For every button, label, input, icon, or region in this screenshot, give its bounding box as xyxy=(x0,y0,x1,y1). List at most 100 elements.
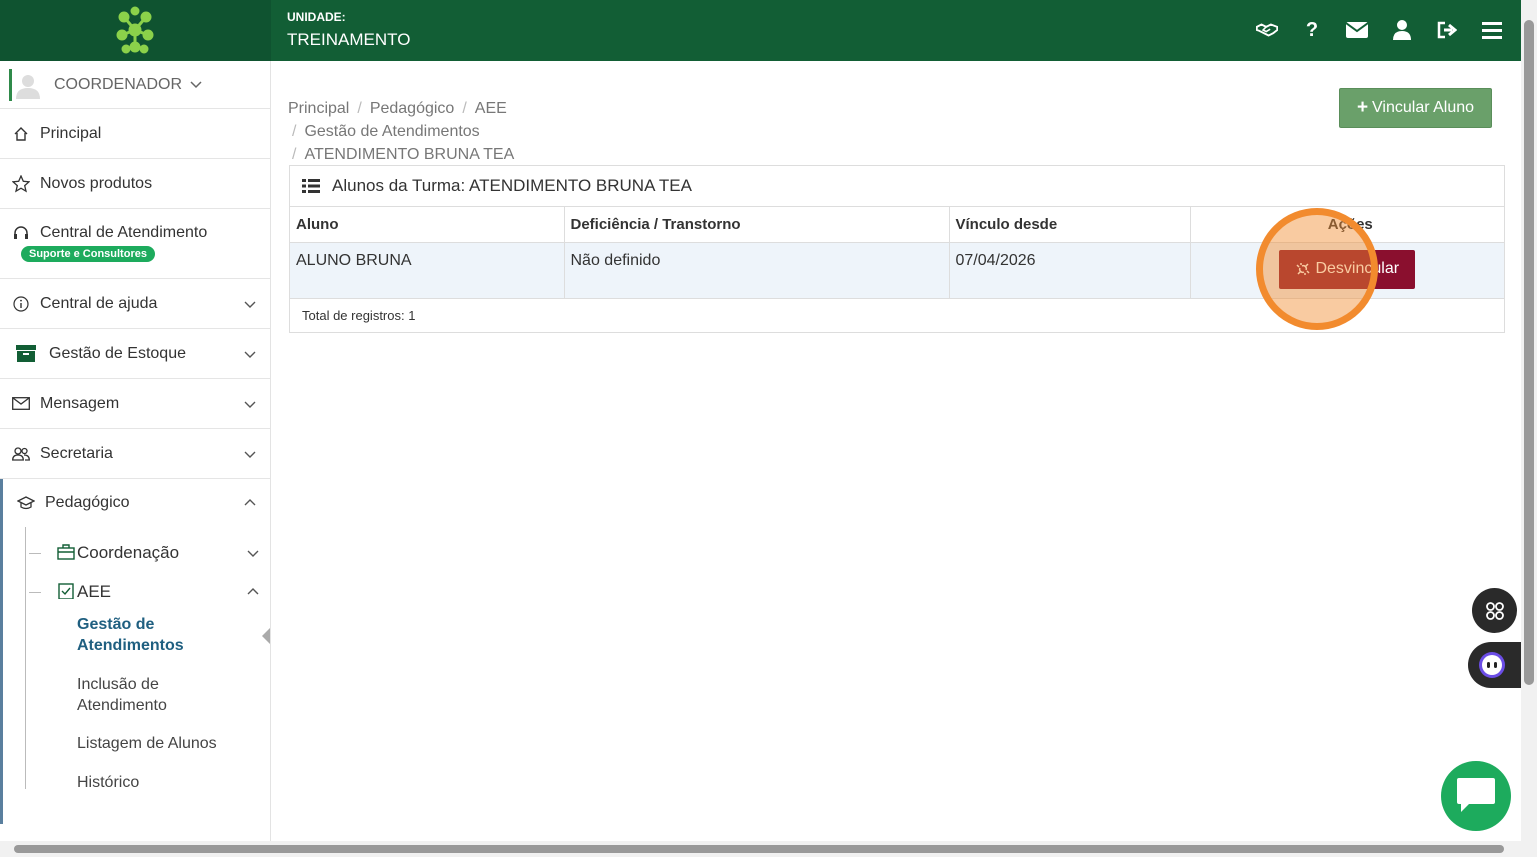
column-header[interactable]: Vínculo desde xyxy=(949,207,1191,243)
desvincular-label: Desvincular xyxy=(1315,260,1400,277)
sidebar-section-pedagogico: Pedagógico Coordenação AEE Gestão de Ate… xyxy=(0,479,270,824)
horizontal-scrollbar[interactable] xyxy=(0,841,1521,857)
unit-name: TREINAMENTO xyxy=(287,30,411,49)
chevron-down-icon xyxy=(244,301,256,308)
column-header[interactable]: Aluno xyxy=(290,207,565,243)
user-menu[interactable]: COORDENADOR xyxy=(0,61,270,109)
help-icon[interactable]: ? xyxy=(1301,16,1323,44)
headset-icon xyxy=(12,224,30,242)
chevron-down-icon xyxy=(190,81,202,89)
handshake-icon[interactable] xyxy=(1256,16,1278,44)
user-accent-bar xyxy=(9,69,12,101)
top-bar: UNIDADE: TREINAMENTO ? xyxy=(0,0,1521,61)
sidebar-item-principal[interactable]: Principal xyxy=(0,109,270,159)
panel-header: Alunos da Turma: ATENDIMENTO BRUNA TEA xyxy=(290,166,1504,207)
sidebar-item-mensagem[interactable]: Mensagem xyxy=(0,379,270,429)
home-icon xyxy=(12,125,30,143)
cell-vinculo: 07/04/2026 xyxy=(949,242,1191,299)
scroll-thumb[interactable] xyxy=(14,845,1504,853)
sidebar-item-central-ajuda[interactable]: Central de ajuda xyxy=(0,279,270,329)
breadcrumb-item[interactable]: Gestão de Atendimentos xyxy=(304,123,479,140)
list-icon xyxy=(302,179,320,193)
logout-icon[interactable] xyxy=(1436,16,1458,44)
cell-acoes: Desvincular xyxy=(1190,242,1504,299)
panel-title: Alunos da Turma: ATENDIMENTO BRUNA TEA xyxy=(332,176,692,195)
cell-deficiencia: Não definido xyxy=(564,242,950,299)
sidebar-leaf-listagem-alunos[interactable]: Listagem de Alunos xyxy=(77,733,247,754)
plus-icon: + xyxy=(1356,97,1369,118)
briefcase-icon xyxy=(57,544,75,560)
sidebar-item-secretaria[interactable]: Secretaria xyxy=(0,429,270,479)
envelope-icon xyxy=(12,395,30,413)
unit-label: UNIDADE: xyxy=(287,10,346,24)
breadcrumb-item[interactable]: AEE xyxy=(475,100,507,117)
star-icon xyxy=(12,174,30,193)
vincular-aluno-button[interactable]: + Vincular Aluno xyxy=(1339,88,1492,128)
apps-icon xyxy=(1485,601,1504,620)
sidebar-subitem-coordenacao[interactable]: Coordenação xyxy=(25,538,270,568)
assistant-widget-button[interactable] xyxy=(1468,642,1528,688)
apps-widget-button[interactable] xyxy=(1472,588,1517,633)
sidebar-item-label: Gestão de Estoque xyxy=(49,344,186,362)
sidebar-item-label: Central de ajuda xyxy=(40,294,158,312)
main-content: Principal / Pedagógico / AEE / Gestão de Aten… xyxy=(271,61,1521,841)
chevron-up-icon xyxy=(247,588,259,595)
logo-area[interactable] xyxy=(0,0,271,61)
info-icon xyxy=(12,295,30,313)
sidebar-item-label: Pedagógico xyxy=(45,494,130,511)
sidebar-leaf-inclusao-atendimento[interactable]: Inclusão de Atendimento xyxy=(77,674,247,716)
chevron-down-icon xyxy=(244,401,256,408)
sidebar-item-label: Mensagem xyxy=(40,394,120,412)
menu-icon[interactable] xyxy=(1481,16,1503,44)
chevron-down-icon xyxy=(247,550,259,557)
chevron-down-icon xyxy=(244,451,256,458)
chat-button[interactable] xyxy=(1441,761,1511,831)
sidebar-item-pedagogico[interactable]: Pedagógico xyxy=(3,479,270,527)
user-icon[interactable] xyxy=(1391,16,1413,44)
sidebar-item-label: Secretaria xyxy=(40,444,113,462)
graduation-cap-icon xyxy=(17,494,35,512)
sidebar-item-novos-produtos[interactable]: Novos produtos xyxy=(0,159,270,209)
archive-icon xyxy=(16,345,36,363)
unlink-icon xyxy=(1296,263,1310,275)
user-name: COORDENADOR xyxy=(54,76,202,94)
sidebar-subitem-label: Coordenação xyxy=(77,543,180,562)
table-row: ALUNO BRUNA Não definido 07/04/2026 Desv… xyxy=(290,242,1504,299)
top-icons: ? xyxy=(1256,16,1503,44)
cell-aluno: ALUNO BRUNA xyxy=(290,242,565,299)
sidebar-leaf-historico[interactable]: Histórico xyxy=(77,772,247,793)
students-panel: Alunos da Turma: ATENDIMENTO BRUNA TEA A… xyxy=(289,165,1505,333)
sidebar-item-central-atendimento[interactable]: Central de Atendimento Suporte e Consult… xyxy=(0,209,270,279)
sidebar-subitem-label: AEE xyxy=(77,582,112,601)
vertical-scrollbar[interactable] xyxy=(1521,0,1537,857)
active-caret xyxy=(262,628,270,644)
vincular-aluno-label: Vincular Aluno xyxy=(1372,99,1475,116)
people-icon xyxy=(12,445,30,463)
checklist-icon xyxy=(58,583,74,599)
column-header: Ações xyxy=(1190,207,1504,243)
column-header[interactable]: Deficiência / Transtorno xyxy=(564,207,950,243)
sidebar-leaf-gestao-atendimentos[interactable]: Gestão de Atendimentos xyxy=(77,614,247,656)
tree-tick xyxy=(29,553,41,554)
support-badge: Suporte e Consultores xyxy=(21,246,155,262)
sidebar-item-label: Principal xyxy=(40,124,102,142)
logo-icon xyxy=(116,6,154,54)
sidebar-item-gestao-estoque[interactable]: Gestão de Estoque xyxy=(0,329,270,379)
bot-icon xyxy=(1479,652,1505,678)
chat-icon xyxy=(1457,778,1495,812)
sidebar-item-label: Central de Atendimento xyxy=(40,224,208,241)
tree-tick xyxy=(29,592,41,593)
scroll-thumb[interactable] xyxy=(1524,20,1534,685)
sidebar-item-label: Novos produtos xyxy=(40,174,153,192)
students-table: Aluno Deficiência / Transtorno Vínculo d… xyxy=(290,207,1504,299)
breadcrumb-item[interactable]: Principal xyxy=(288,100,349,117)
chevron-up-icon xyxy=(244,499,256,506)
sidebar-subitem-aee[interactable]: AEE xyxy=(25,577,270,607)
chevron-down-icon xyxy=(244,351,256,358)
mail-icon[interactable] xyxy=(1346,16,1368,44)
total-records: Total de registros: 1 xyxy=(302,307,416,323)
desvincular-button[interactable]: Desvincular xyxy=(1279,249,1416,289)
avatar xyxy=(16,75,40,99)
sidebar: COORDENADOR Principal Novos produtos Cen… xyxy=(0,61,271,841)
breadcrumb-item[interactable]: Pedagógico xyxy=(370,100,455,117)
